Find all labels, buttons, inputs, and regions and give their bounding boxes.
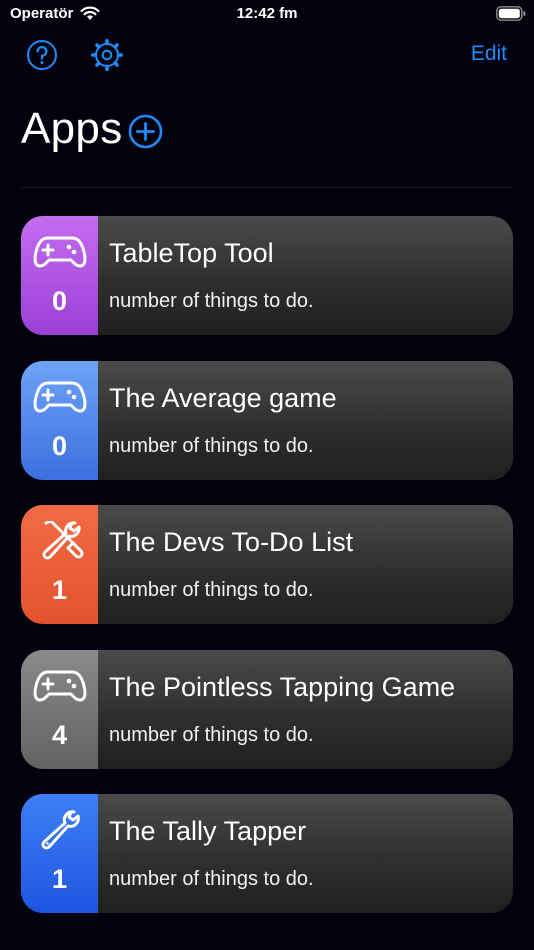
gamecontroller-icon bbox=[33, 670, 87, 701]
app-name: The Tally Tapper bbox=[109, 816, 307, 846]
edit-button[interactable]: Edit bbox=[471, 42, 507, 66]
gamecontroller-icon bbox=[33, 381, 87, 412]
app-list: 0 TableTop Tool number of things to do. … bbox=[21, 216, 513, 939]
app-name: The Devs To-Do List bbox=[109, 527, 354, 557]
wrench-screwdriver-icon bbox=[42, 521, 84, 560]
todo-count: 0 bbox=[51, 430, 68, 461]
app-card-the-devs-to-do-list[interactable]: 1 The Devs To-Do List number of things t… bbox=[21, 505, 513, 624]
app-card-the-tally-tapper[interactable]: 1 The Tally Tapper number of things to d… bbox=[21, 794, 513, 913]
app-name: The Pointless Tapping Game bbox=[109, 671, 456, 702]
app-name: TableTop Tool bbox=[109, 238, 274, 268]
status-bar: Operatör 12:42 fm bbox=[0, 0, 534, 30]
clock-label: 12:42 fm bbox=[236, 5, 298, 22]
app-color-tab: 1 bbox=[21, 505, 98, 624]
app-color-tab: 1 bbox=[21, 794, 98, 913]
wrench-icon bbox=[41, 810, 80, 850]
todo-count: 4 bbox=[51, 719, 68, 750]
app-card-the-average-game[interactable]: 0 The Average game number of things to d… bbox=[21, 360, 513, 480]
app-subtitle: number of things to do. bbox=[109, 290, 314, 312]
gear-icon[interactable] bbox=[90, 38, 124, 72]
app-name: The Average game bbox=[109, 382, 337, 413]
app-subtitle: number of things to do. bbox=[109, 579, 314, 601]
help-icon[interactable] bbox=[25, 38, 59, 72]
app-card-the-pointless-tapping-game[interactable]: 4 The Pointless Tapping Game number of t… bbox=[21, 649, 513, 769]
app-color-tab: 0 bbox=[21, 360, 98, 480]
app-subtitle: number of things to do. bbox=[109, 723, 314, 746]
app-color-tab: 0 bbox=[21, 216, 98, 335]
app-color-tab: 4 bbox=[21, 649, 98, 769]
page-title: Apps bbox=[21, 104, 123, 153]
app-subtitle: number of things to do. bbox=[109, 434, 314, 457]
todo-count: 1 bbox=[51, 864, 68, 894]
screen: Operatör 12:42 fm Edit Apps 0 TableTop T… bbox=[0, 0, 534, 950]
divider bbox=[21, 187, 513, 188]
todo-count: 0 bbox=[51, 286, 68, 316]
gamecontroller-icon bbox=[33, 236, 87, 268]
todo-count: 1 bbox=[51, 575, 68, 605]
app-subtitle: number of things to do. bbox=[109, 868, 314, 890]
battery-icon bbox=[496, 6, 526, 21]
app-card-tabletop-tool[interactable]: 0 TableTop Tool number of things to do. bbox=[21, 216, 513, 335]
add-app-icon[interactable] bbox=[128, 114, 163, 149]
